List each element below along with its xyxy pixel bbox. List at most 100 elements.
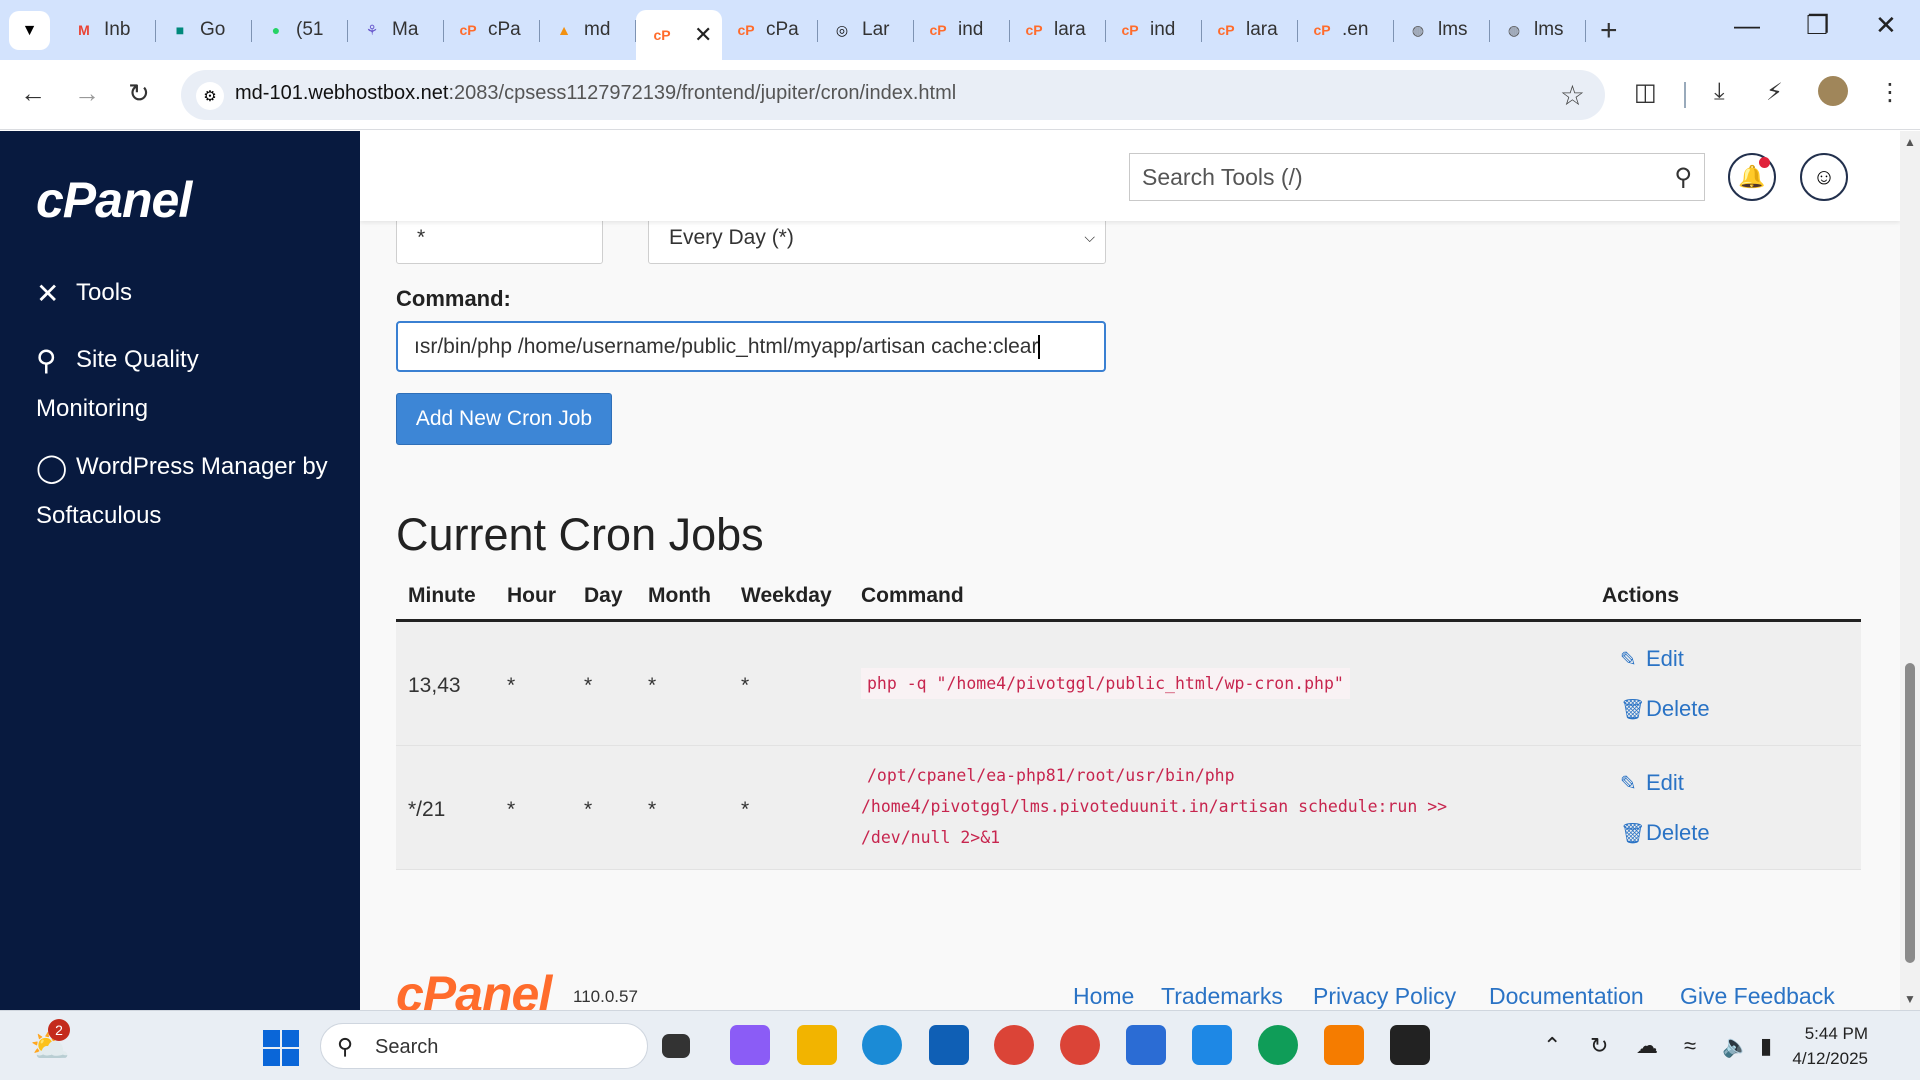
sidebar-item-label: Tools [76, 279, 133, 306]
browser-tab[interactable]: ◍ lms [1394, 10, 1490, 50]
sidebar-item-wordpress[interactable]: ◯ WordPress Manager by Softaculous [36, 443, 336, 540]
browser-tab[interactable]: M Inb [60, 10, 156, 50]
scroll-down-icon[interactable]: ▼ [1904, 992, 1916, 1006]
cpanel-icon: cP [459, 22, 477, 38]
globe-icon: ◍ [1507, 21, 1521, 38]
browser-tab[interactable]: cP ind [1106, 10, 1202, 50]
page-scrollbar[interactable]: ▲ ▼ [1900, 131, 1920, 1010]
wifi-icon[interactable]: ≈ [1684, 1033, 1696, 1059]
pencil-icon: ✎ [1620, 649, 1637, 671]
job-weekday: * [741, 798, 750, 821]
notepad-icon[interactable] [1126, 1025, 1166, 1065]
bookmark-star-icon[interactable]: ☆ [1560, 79, 1585, 112]
edge-icon[interactable] [862, 1025, 902, 1065]
edit-link[interactable]: ✎ Edit [1620, 770, 1684, 796]
cpanel-version: 110.0.57 [573, 987, 638, 1006]
cloud-icon[interactable]: ☁ [1636, 1033, 1658, 1059]
command-input[interactable]: ısr/bin/php /home/username/public_html/m… [396, 321, 1106, 372]
footer-link-documentation[interactable]: Documentation [1489, 983, 1644, 1010]
browser-tab[interactable]: ◎ Lar [818, 10, 914, 50]
performance-icon[interactable]: ⚡ [1766, 78, 1783, 107]
tab-title: cPa [488, 19, 521, 40]
file-explorer-icon[interactable] [797, 1025, 837, 1065]
minimize-button[interactable]: — [1734, 10, 1760, 41]
tab-title: Ma [392, 19, 419, 40]
windows-taskbar: ⛅ 2 ⚲ Search ⌃ ↻ ☁ ≈ 🔈 ▮ 5:44 PM 4/12/20… [0, 1010, 1920, 1080]
vscode-icon[interactable] [1192, 1025, 1232, 1065]
browser-tab[interactable]: cP lara [1202, 10, 1298, 50]
browser-tab[interactable]: ▲ md [540, 10, 636, 50]
restore-button[interactable]: ❐ [1806, 10, 1829, 41]
footer-link-home[interactable]: Home [1073, 983, 1134, 1010]
scroll-thumb[interactable] [1905, 663, 1915, 963]
chrome-profile-icon[interactable] [1258, 1025, 1298, 1065]
new-tab-button[interactable]: + [1600, 14, 1618, 48]
cpanel-sidebar: cPanel ✕ Tools ⚲ Site Quality Monitoring ◯… [0, 131, 360, 1010]
minute-value: * [417, 225, 426, 249]
task-view-icon[interactable] [662, 1034, 690, 1058]
col-command: Command [861, 584, 964, 607]
browser-tab[interactable]: cP cPa [444, 10, 540, 50]
user-menu-button[interactable]: ☺ [1800, 153, 1848, 201]
browser-tab[interactable]: cP ✕ [636, 10, 722, 60]
delete-link[interactable]: 🗑Delete [1620, 696, 1710, 722]
forward-button[interactable]: → [74, 78, 100, 109]
profile-avatar[interactable] [1818, 76, 1848, 106]
magnifier-icon: ⚲ [36, 344, 57, 376]
battery-icon[interactable]: ▮ [1760, 1033, 1772, 1059]
tab-list: M Inb ■ Go ● (51 ⚘ Ma cP cPa ▲ md cP ✕ cP cPa ◎ Lar cP ind c… [60, 10, 1586, 60]
reload-button[interactable]: ↻ [128, 78, 150, 109]
browser-tab-strip: ▼ M Inb ■ Go ● (51 ⚘ Ma cP cPa ▲ md cP ✕ cP cPa ◎ Lar cP in… [0, 0, 1920, 60]
search-icon[interactable]: ⚲ [1674, 163, 1692, 192]
chrome-active-icon[interactable] [1060, 1025, 1100, 1065]
add-cron-job-button[interactable]: Add New Cron Job [396, 393, 612, 445]
xampp-icon[interactable] [1324, 1025, 1364, 1065]
close-window-button[interactable]: ✕ [1875, 10, 1897, 41]
browser-tab[interactable]: cP lara [1010, 10, 1106, 50]
extensions-icon[interactable]: ◫ [1634, 78, 1657, 107]
tab-title: Inb [104, 19, 131, 40]
sidebar-item-tools[interactable]: ✕ Tools [36, 269, 336, 318]
edit-link[interactable]: ✎ Edit [1620, 646, 1684, 672]
copilot-icon[interactable] [730, 1025, 770, 1065]
sidebar-item-site-quality[interactable]: ⚲ Site Quality Monitoring [36, 336, 266, 433]
start-button[interactable] [263, 1030, 299, 1066]
taskbar-search[interactable]: ⚲ Search [320, 1023, 648, 1069]
terminal-icon[interactable] [1390, 1025, 1430, 1065]
scroll-up-icon[interactable]: ▲ [1904, 135, 1916, 149]
clock-date: 4/12/2025 [1792, 1049, 1868, 1068]
tray-overflow-icon[interactable]: ⌃ [1543, 1033, 1561, 1059]
volume-icon[interactable]: 🔈 [1722, 1033, 1749, 1059]
address-bar[interactable]: ⚙ md-101.webhostbox.net:2083/cpsess11279… [181, 70, 1605, 120]
weekday-selected: Every Day (*) [669, 225, 794, 249]
browser-menu-icon[interactable]: ⋮ [1878, 78, 1902, 107]
taskbar-clock[interactable]: 5:44 PM 4/12/2025 [1792, 1021, 1868, 1071]
back-button[interactable]: ← [20, 78, 46, 109]
browser-tab[interactable]: ⚘ Ma [348, 10, 444, 50]
browser-tab[interactable]: ■ Go [156, 10, 252, 50]
user-icon: ☺ [1812, 164, 1836, 189]
browser-tab[interactable]: cP .en [1298, 10, 1394, 50]
browser-tab[interactable]: ● (51 [252, 10, 348, 50]
store-icon[interactable] [929, 1025, 969, 1065]
download-icon[interactable]: ⤓ [1714, 78, 1725, 106]
globe-icon: ◍ [1411, 21, 1425, 38]
footer-link-feedback[interactable]: Give Feedback [1680, 983, 1835, 1010]
cpanel-logo[interactable]: cPanel [36, 171, 192, 229]
sync-icon[interactable]: ↻ [1590, 1033, 1608, 1059]
tab-search-button[interactable]: ▼ [9, 11, 50, 50]
footer-link-privacy[interactable]: Privacy Policy [1313, 983, 1456, 1010]
col-weekday: Weekday [741, 584, 832, 607]
sidebar-item-label: WordPress Manager by Softaculous [36, 453, 328, 529]
browser-tab[interactable]: ◍ lms [1490, 10, 1586, 50]
tab-title: lms [1534, 19, 1564, 40]
delete-link[interactable]: 🗑Delete [1620, 820, 1710, 846]
chrome-icon[interactable] [994, 1025, 1034, 1065]
site-info-icon[interactable]: ⚙ [196, 82, 224, 110]
browser-tab[interactable]: cP ind [914, 10, 1010, 50]
notifications-button[interactable]: 🔔 [1728, 153, 1776, 201]
close-tab-icon[interactable]: ✕ [694, 22, 712, 48]
browser-tab[interactable]: cP cPa [722, 10, 818, 50]
search-tools-input[interactable] [1130, 154, 1650, 200]
footer-link-trademarks[interactable]: Trademarks [1161, 983, 1283, 1010]
